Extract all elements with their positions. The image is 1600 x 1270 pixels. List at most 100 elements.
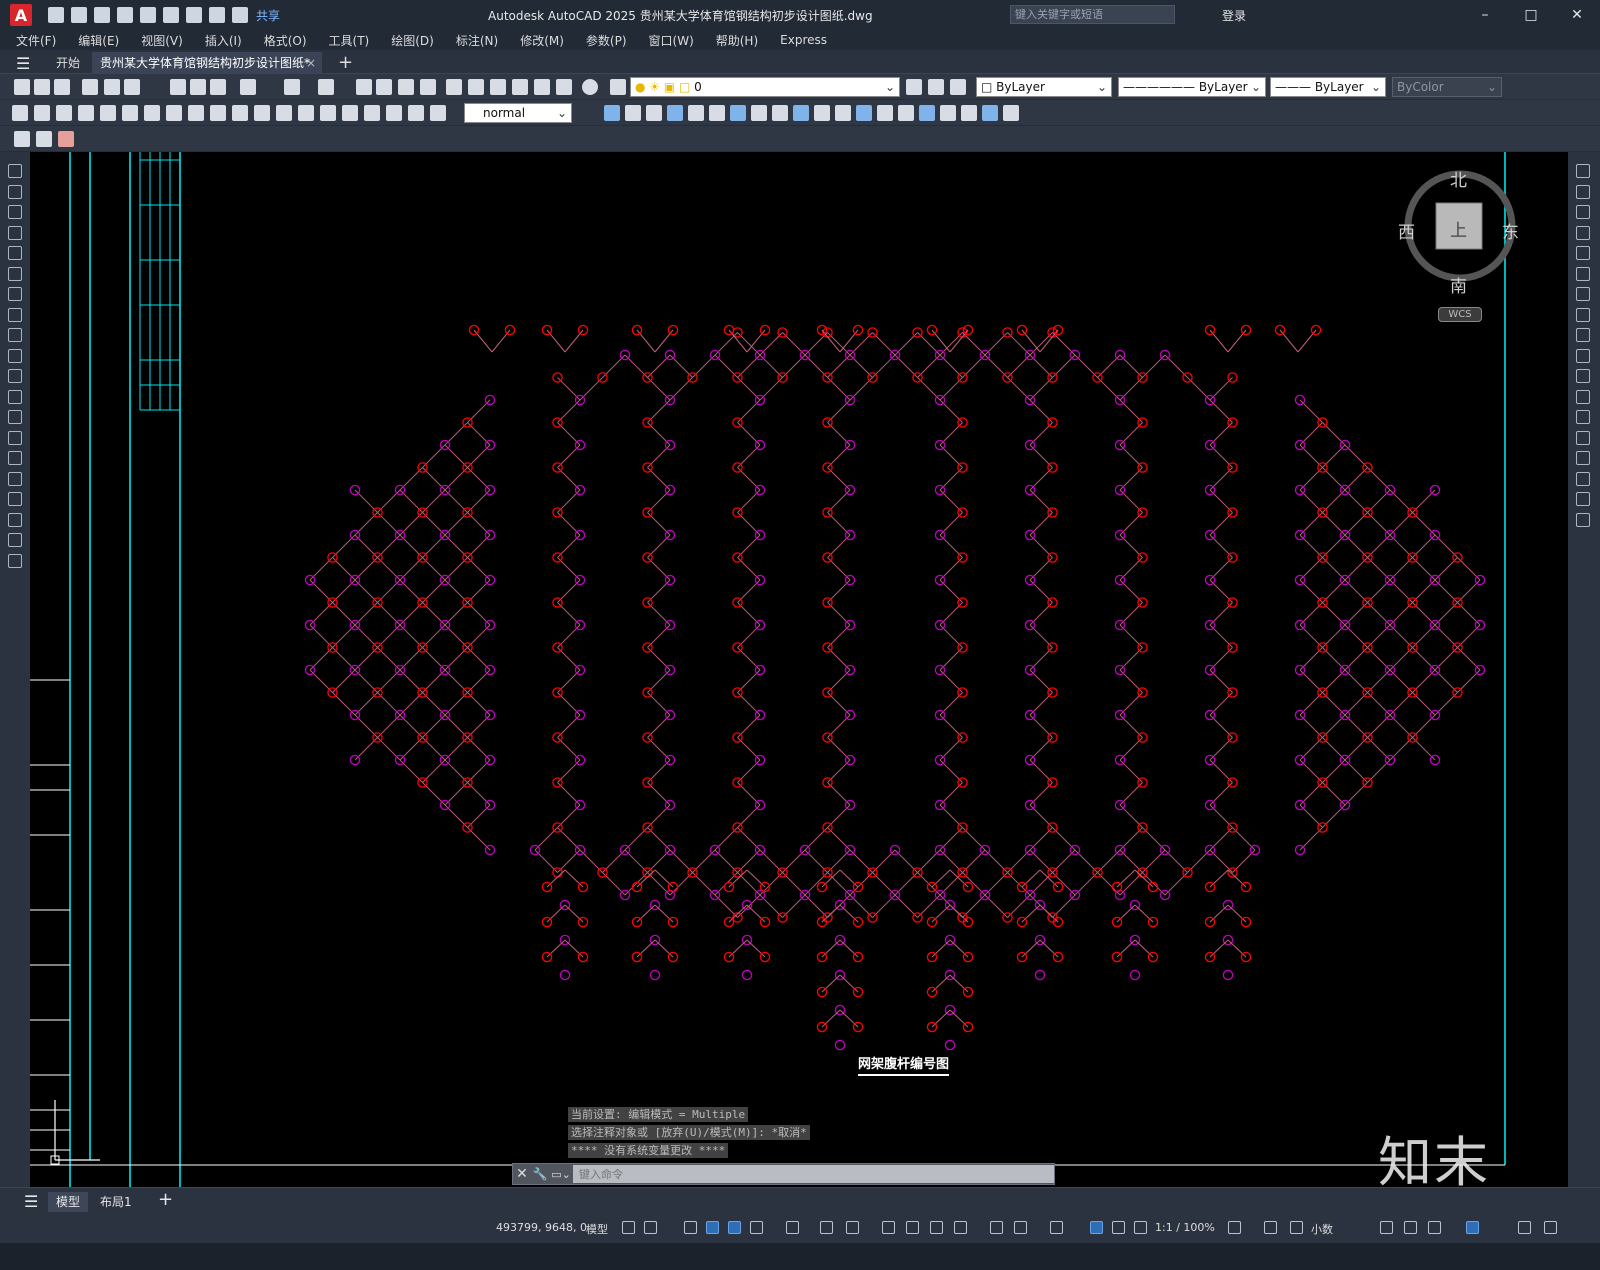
arc-icon[interactable]: [8, 266, 22, 281]
explode-icon[interactable]: [898, 105, 914, 121]
ortho-icon[interactable]: [728, 1221, 741, 1234]
baseline-dim-icon[interactable]: [210, 105, 226, 121]
stretch-icon[interactable]: [751, 105, 767, 121]
dynamic-input-icon[interactable]: [706, 1221, 719, 1234]
graphics-performance-icon[interactable]: [1466, 1221, 1479, 1234]
trim-icon[interactable]: [1576, 348, 1590, 363]
menu-icon[interactable]: ☰: [16, 54, 30, 73]
color-dropdown[interactable]: □ ByLayer ⌄: [976, 77, 1112, 97]
command-input[interactable]: [573, 1165, 1054, 1183]
layer-dropdown[interactable]: ● ☀ ▣ □ 0 ⌄: [630, 77, 900, 97]
auto-scale-icon[interactable]: [1112, 1221, 1125, 1234]
lineweight-dropdown[interactable]: ——— ByLayer ⌄: [1270, 77, 1386, 97]
add-selected-icon[interactable]: [8, 553, 22, 568]
menu-draw[interactable]: 绘图(D): [391, 32, 434, 49]
tab-model[interactable]: 模型: [48, 1192, 89, 1212]
properties-icon[interactable]: [940, 105, 956, 121]
line-icon[interactable]: [8, 164, 22, 178]
linear-dim-icon[interactable]: [12, 105, 28, 121]
fillet-icon[interactable]: [877, 105, 893, 121]
cut-icon[interactable]: [170, 79, 186, 95]
viewcube-north[interactable]: 北: [1450, 166, 1467, 191]
join-icon[interactable]: [835, 105, 851, 121]
array-icon[interactable]: [1576, 246, 1590, 260]
annotation-scale-icon[interactable]: [1134, 1221, 1147, 1234]
annotation-visibility-icon[interactable]: [1090, 1221, 1103, 1234]
menu-file[interactable]: 文件(F): [16, 32, 56, 49]
hatch-icon[interactable]: [8, 451, 22, 465]
match-properties-icon[interactable]: [240, 79, 256, 95]
polar-icon[interactable]: [750, 1221, 763, 1234]
open-icon[interactable]: [34, 79, 50, 95]
redo-icon[interactable]: [318, 79, 334, 95]
gizmo-icon[interactable]: [1014, 1221, 1027, 1234]
mirror-icon[interactable]: [625, 105, 641, 121]
sheet-set-icon[interactable]: [512, 79, 528, 95]
extend-icon[interactable]: [1576, 369, 1590, 383]
chamfer-icon[interactable]: [856, 105, 872, 121]
tab-close-icon[interactable]: ×: [306, 52, 316, 74]
join-icon[interactable]: [1576, 430, 1590, 445]
open-file-icon[interactable]: [71, 7, 87, 23]
layout-menu-icon[interactable]: ☰: [16, 1192, 46, 1212]
menu-format[interactable]: 格式(O): [264, 32, 307, 49]
erase-icon[interactable]: [1576, 164, 1590, 178]
snap-icon[interactable]: [644, 1221, 657, 1234]
fillet-icon[interactable]: [1576, 471, 1590, 486]
inspection-icon[interactable]: [342, 105, 358, 121]
publish-icon[interactable]: [124, 79, 140, 95]
aligned-dim-icon[interactable]: [34, 105, 50, 121]
block-edit-icon[interactable]: [982, 105, 998, 121]
array-icon[interactable]: [667, 105, 683, 121]
chamfer-icon[interactable]: [1576, 451, 1590, 465]
annotation-scale-dropdown[interactable]: 1:1 / 100%: [1155, 1221, 1215, 1234]
workspace-gear-icon[interactable]: [1228, 1221, 1241, 1234]
plot-icon[interactable]: [163, 7, 179, 23]
trim-icon[interactable]: [772, 105, 788, 121]
gradient-icon[interactable]: [8, 471, 22, 486]
offset-icon[interactable]: [1576, 225, 1590, 240]
grid-icon[interactable]: [622, 1221, 635, 1234]
region-icon[interactable]: [8, 492, 22, 506]
construction-line-icon[interactable]: [8, 184, 22, 199]
undo-icon[interactable]: [209, 7, 225, 23]
wcs-menu-button[interactable]: WCS: [1438, 307, 1482, 322]
plotstyle-dropdown[interactable]: ByColor ⌄: [1392, 77, 1502, 97]
zoom-realtime-icon[interactable]: [376, 79, 392, 95]
new-file-icon[interactable]: [48, 7, 64, 23]
wrench-icon[interactable]: 🔧: [531, 1167, 549, 1181]
viewcube-east[interactable]: 东: [1502, 218, 1519, 243]
publish-icon[interactable]: [140, 7, 156, 23]
tab-layout1[interactable]: 布局1: [92, 1192, 140, 1212]
center-mark-icon[interactable]: [320, 105, 336, 121]
tool-palettes-icon[interactable]: [490, 79, 506, 95]
menu-parametric[interactable]: 参数(P): [586, 32, 627, 49]
preview-icon[interactable]: [104, 79, 120, 95]
create-block-icon[interactable]: [36, 131, 52, 147]
menu-view[interactable]: 视图(V): [141, 32, 183, 49]
tab-drawing[interactable]: 贵州某大学体育馆钢结构初步设计图纸* ×: [92, 52, 322, 74]
ordinate-dim-icon[interactable]: [78, 105, 94, 121]
maximize-button[interactable]: □: [1508, 0, 1554, 30]
hatch-icon[interactable]: [58, 131, 74, 147]
group-icon[interactable]: [1003, 105, 1019, 121]
3d-osnap-icon[interactable]: [954, 1221, 967, 1234]
customization-icon[interactable]: [1544, 1221, 1557, 1234]
mirror-icon[interactable]: [1576, 205, 1590, 219]
clean-screen-icon[interactable]: [1518, 1221, 1531, 1234]
break-icon[interactable]: [814, 105, 830, 121]
dim-space-icon[interactable]: [254, 105, 270, 121]
print-icon[interactable]: [186, 7, 202, 23]
ellipse-icon[interactable]: [8, 348, 22, 363]
ucs-icon[interactable]: [990, 1221, 1003, 1234]
polyline-icon[interactable]: [8, 205, 22, 219]
diameter-dim-icon[interactable]: [144, 105, 160, 121]
explode-icon[interactable]: [1576, 512, 1590, 527]
paste-icon[interactable]: [210, 79, 226, 95]
make-current-layer-icon[interactable]: [906, 79, 922, 95]
selection-cycling-icon[interactable]: [930, 1221, 943, 1234]
redo-icon[interactable]: [232, 7, 248, 23]
spline-icon[interactable]: [8, 328, 22, 342]
dim-text-edit-icon[interactable]: [408, 105, 424, 121]
new-icon[interactable]: [14, 79, 30, 95]
